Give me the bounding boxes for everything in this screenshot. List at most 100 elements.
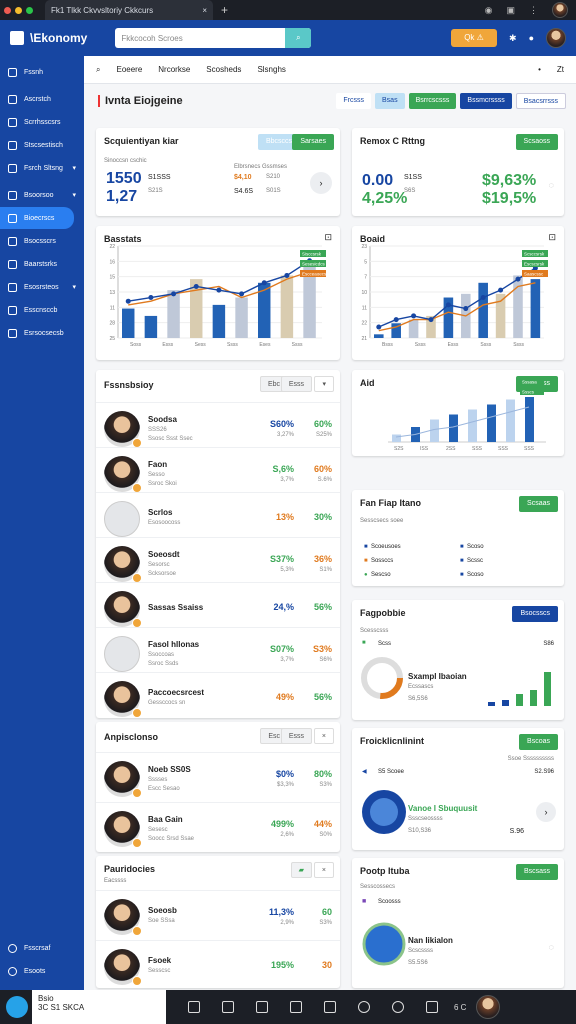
- flap-item: ■ Scoeusoes: [364, 540, 401, 554]
- app-icon-7[interactable]: [392, 1001, 404, 1013]
- info-icon[interactable]: ◌: [549, 180, 554, 190]
- pool-button[interactable]: Bscsass: [515, 864, 558, 880]
- gear-icon: [8, 328, 17, 338]
- search-icon[interactable]: ⌕: [285, 28, 312, 48]
- sidebar-item-10[interactable]: Esosrsteos ▾: [0, 276, 84, 298]
- sidebar-footer-2[interactable]: Esoots: [0, 960, 84, 982]
- sidebar: Fssnh Ascrstch Scrrhsscsrs Stscsestisch …: [0, 56, 84, 990]
- dropdown-icon[interactable]: ▾: [314, 376, 334, 392]
- list-row[interactable]: Soeosb Soe SSsa 11,3% 2,9% 60 S3%: [96, 890, 340, 942]
- list-row[interactable]: Fsoek Sesscsc 195% 30: [96, 940, 340, 988]
- page-button-3[interactable]: Bsrrcscsss: [408, 93, 457, 109]
- row-value-2-sub: S25%: [315, 432, 332, 438]
- app-icon-8[interactable]: [426, 1001, 438, 1013]
- sidebar-item-11[interactable]: Esscnsccb: [0, 299, 84, 321]
- header-link-2[interactable]: Nrcorkse: [158, 65, 190, 74]
- sidebar-item-8[interactable]: Bsocsscrs: [0, 230, 84, 252]
- notification-icon[interactable]: ●: [529, 33, 534, 43]
- y-tick-label: 25: [109, 336, 115, 342]
- x-tick-label: S2S: [394, 446, 404, 452]
- close-icon[interactable]: ×: [313, 728, 334, 744]
- app-icon-4[interactable]: [290, 1001, 302, 1013]
- list-row[interactable]: Noeb SS0S Sssses Escc Sesao $0% $3,3% 80% S3%: [96, 752, 340, 804]
- sidebar-item-12[interactable]: Esrsocsecsb: [0, 322, 84, 344]
- sidebar-item-4[interactable]: Stscsestisch: [0, 134, 84, 156]
- pred-card: Froicklicnlinint Bscoas Ssoe Ssssssssss …: [352, 728, 564, 850]
- data-point: [445, 302, 451, 308]
- chevron-right-icon[interactable]: ›: [310, 172, 332, 194]
- app-icon-1[interactable]: [188, 1001, 200, 1013]
- minimize-window-icon[interactable]: [15, 6, 22, 14]
- row-value-2-sub: S3%: [319, 920, 332, 926]
- dot-icon[interactable]: •: [538, 65, 541, 74]
- next-icon[interactable]: ›: [536, 802, 556, 822]
- chart-icon: ■: [364, 558, 368, 564]
- sidebar-item-3[interactable]: Scrrhsscsrs: [0, 111, 84, 133]
- taskbar-notification[interactable]: Bsio 3C S1 SKCA: [32, 990, 166, 1024]
- settings-icon[interactable]: ✱: [509, 33, 517, 44]
- bar: [167, 290, 180, 338]
- sidebar-item-1[interactable]: Fssnh: [0, 61, 84, 83]
- list-row[interactable]: Baa Gain Sesesc Soocc Srsd Ssae 499% 2,6% 44%…: [96, 802, 340, 852]
- y-tick-label: 21: [361, 336, 367, 342]
- new-tab-button[interactable]: +: [221, 3, 228, 17]
- aid-card: Aid Bsssoss S2SISS2SSSSSSSSSSSSssasaSssc…: [352, 370, 564, 456]
- list2-button-2[interactable]: Esss: [280, 728, 312, 744]
- row-value-1-text: 11,3%: [268, 907, 294, 917]
- pred-button[interactable]: Bscoas: [519, 734, 558, 750]
- app-icon-2[interactable]: [222, 1001, 234, 1013]
- bar: [478, 282, 488, 338]
- legend-label: Escscsrsk: [524, 262, 545, 267]
- extension-icon[interactable]: ◉: [485, 5, 493, 16]
- taskbar-avatar[interactable]: [476, 995, 501, 1019]
- flag-icon[interactable]: ▰: [290, 862, 312, 878]
- warning-button[interactable]: Qk ⚠: [451, 29, 498, 47]
- page-button-1[interactable]: Frcsss: [336, 93, 372, 109]
- close-icon[interactable]: ×: [313, 862, 334, 878]
- app-icon-6[interactable]: [358, 1001, 370, 1013]
- sidebar-item-7[interactable]: Bioecrscs: [0, 207, 74, 229]
- search-bar[interactable]: Fkkcocoh Scroes ⌕: [115, 28, 312, 48]
- header-link-3[interactable]: Scosheds: [206, 65, 241, 74]
- bookmark-icon[interactable]: ▣: [506, 5, 515, 16]
- tab-close-icon[interactable]: ×: [202, 6, 207, 15]
- row-sub: Ssoccoas: [148, 652, 175, 658]
- browser-tab[interactable]: Fk1 Tlkk Ckvvsltoriy Ckkcurs ×: [45, 0, 213, 20]
- list1-button-2[interactable]: Esss: [280, 376, 312, 392]
- list-row[interactable]: Paccoecsrcest Gessccocs sn 49% 56%: [96, 672, 340, 718]
- close-window-icon[interactable]: [4, 6, 11, 14]
- search-input[interactable]: Fkkcocoh Scroes: [121, 34, 182, 43]
- info-icon[interactable]: ◌: [549, 942, 554, 952]
- sidebar-item-5[interactable]: Fsrch Sltsng ▾: [0, 157, 84, 179]
- user-avatar[interactable]: [546, 28, 566, 48]
- progress-button[interactable]: Bsocsscs: [512, 606, 558, 622]
- menu-icon[interactable]: ⌕: [96, 65, 100, 75]
- flap-button[interactable]: Scsaas: [519, 496, 558, 512]
- menu-icon[interactable]: ⋮: [529, 5, 538, 16]
- page-button-2[interactable]: Bsas: [375, 93, 405, 109]
- status-badge-icon: [132, 437, 142, 448]
- row-name: Sassas Ssaiss: [148, 602, 204, 612]
- sidebar-item-2[interactable]: Ascrstch: [0, 88, 84, 110]
- flap-col-2: ■ Scoso ■ Scssc ■ Scoso: [460, 540, 484, 582]
- kpi1-button-2[interactable]: Sarsaes: [292, 134, 334, 150]
- flap-item-label: Scoeusoes: [370, 544, 401, 550]
- status-badge-icon: [132, 482, 142, 493]
- profile-avatar[interactable]: [552, 2, 568, 18]
- sidebar-footer-1[interactable]: Fsscrsaf: [0, 937, 84, 959]
- sidebar-item-6[interactable]: Bsoorsoo ▾: [0, 184, 84, 206]
- taskbar-line-1: Bsio: [38, 994, 54, 1003]
- header-right-link[interactable]: Zt: [557, 65, 564, 74]
- kpi2-button[interactable]: Scsaoss: [515, 134, 558, 150]
- brand-logo[interactable]: \Ekonomy: [10, 31, 87, 45]
- page-button-4[interactable]: Bssmcrssss: [460, 93, 512, 109]
- app-icon-3[interactable]: [256, 1001, 268, 1013]
- header-link-4[interactable]: Slsnghs: [257, 65, 285, 74]
- app-icon-5[interactable]: [324, 1001, 336, 1013]
- kpi1-p1: S1SSS: [148, 174, 171, 181]
- header-link-1[interactable]: Eoeere: [116, 65, 142, 74]
- maximize-window-icon[interactable]: [26, 6, 33, 14]
- start-icon[interactable]: [6, 996, 28, 1018]
- sidebar-item-9[interactable]: Baarstsrks: [0, 253, 84, 275]
- page-button-5[interactable]: Bsacsrrsss: [515, 93, 566, 109]
